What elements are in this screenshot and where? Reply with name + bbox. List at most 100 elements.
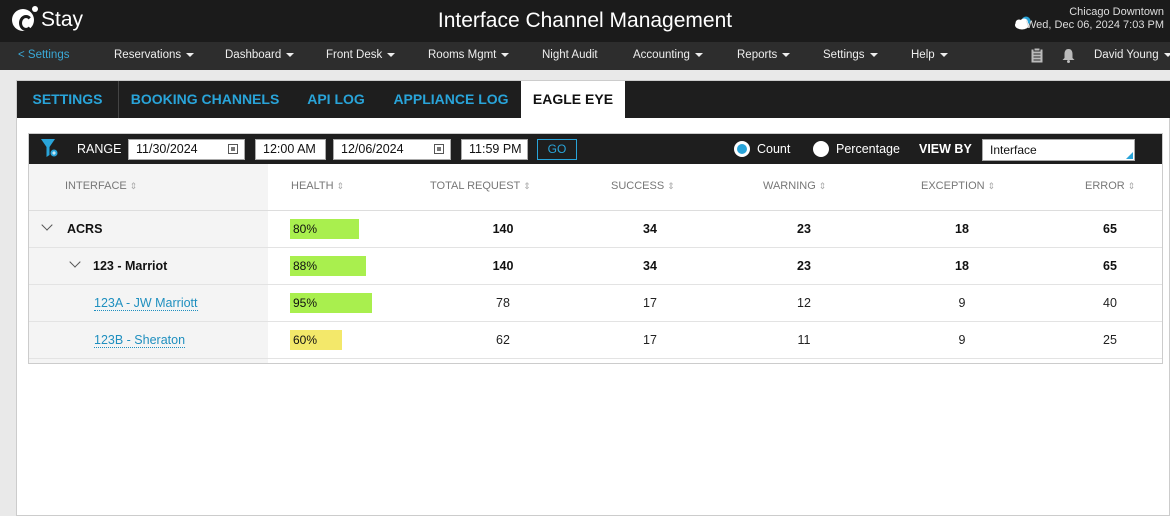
- health-bar: 95%: [290, 293, 372, 313]
- property-datetime: Wed, Dec 06, 2024 7:03 PM: [1026, 19, 1164, 31]
- filter-funnel-icon[interactable]: [40, 138, 58, 161]
- tab-eagle-eye[interactable]: EAGLE EYE: [521, 81, 625, 118]
- view-by-select[interactable]: Interface: [982, 139, 1135, 161]
- nav-dashboard[interactable]: Dashboard: [225, 49, 295, 61]
- chevron-down-icon: [694, 52, 703, 57]
- nav-front-desk[interactable]: Front Desk: [326, 49, 396, 61]
- sort-icon: ⇕: [1127, 181, 1136, 191]
- start-time-field[interactable]: 12:00 AM: [255, 139, 326, 160]
- row-warning: 11: [797, 333, 811, 347]
- back-to-settings-link[interactable]: < Settings: [18, 49, 69, 61]
- row-total-request: 62: [496, 333, 510, 347]
- row-success: 34: [643, 259, 657, 273]
- nav-reports[interactable]: Reports: [737, 49, 791, 61]
- row-error: 65: [1103, 259, 1117, 273]
- row-exception: 18: [955, 259, 969, 273]
- table-header: INTERFACE ⇕ HEALTH ⇕ TOTAL REQUEST ⇕ SUCCES…: [29, 164, 1162, 211]
- header-exception-label: EXCEPTION: [921, 180, 985, 192]
- nav-night-audit[interactable]: Night Audit: [542, 49, 598, 61]
- property-info[interactable]: Chicago Downtown Wed, Dec 06, 2024 7:03 …: [1026, 6, 1164, 32]
- sort-icon: ⇕: [818, 181, 827, 191]
- start-date-value: 11/30/2024: [136, 142, 198, 156]
- view-by-label: VIEW BY: [919, 142, 972, 156]
- row-warning: 12: [797, 296, 811, 310]
- chevron-down-icon: [286, 52, 295, 57]
- count-radio[interactable]: [734, 141, 750, 157]
- header-total-request-label: TOTAL REQUEST: [430, 180, 521, 192]
- start-date-field[interactable]: 11/30/2024: [128, 139, 245, 160]
- header-interface[interactable]: INTERFACE ⇕: [65, 180, 137, 192]
- chevron-down-icon: [869, 52, 878, 57]
- bell-icon[interactable]: [1062, 48, 1075, 66]
- user-menu[interactable]: David Young: [1094, 49, 1170, 61]
- end-date-field[interactable]: 12/06/2024: [333, 139, 451, 160]
- header-error-label: ERROR: [1085, 180, 1125, 192]
- row-exception: 9: [958, 296, 966, 310]
- nav-reports-label: Reports: [737, 49, 778, 61]
- nav-accounting[interactable]: Accounting: [633, 49, 703, 61]
- end-time-field[interactable]: 11:59 PM: [461, 139, 528, 160]
- sort-icon: ⇕: [523, 181, 531, 191]
- chevron-down-icon[interactable]: [41, 219, 53, 231]
- row-interface-link[interactable]: 123A - JW Marriott: [94, 296, 198, 311]
- chevron-down-icon: [939, 52, 948, 57]
- percentage-radio[interactable]: [813, 141, 829, 157]
- sort-icon: ⇕: [336, 181, 345, 191]
- header-exception[interactable]: EXCEPTION ⇕: [921, 180, 995, 192]
- row-exception: 9: [958, 333, 966, 347]
- nav-help[interactable]: Help: [911, 49, 948, 61]
- property-location: Chicago Downtown: [1069, 6, 1164, 18]
- tab-booking-channels[interactable]: BOOKING CHANNELS: [119, 81, 291, 118]
- go-button[interactable]: GO: [537, 139, 577, 160]
- header-health[interactable]: HEALTH ⇕: [291, 180, 344, 192]
- nav-dashboard-label: Dashboard: [225, 49, 282, 61]
- clipboard-icon[interactable]: [1031, 47, 1043, 66]
- main-nav: < Settings Reservations Dashboard Front …: [0, 42, 1170, 70]
- health-bar: 80%: [290, 219, 359, 239]
- chevron-down-icon[interactable]: [69, 256, 81, 268]
- table-row[interactable]: 123B - Sheraton 60% 62 17 11 9 25: [29, 322, 1162, 359]
- table-row[interactable]: ACRS 80% 140 34 23 18 65: [29, 211, 1162, 248]
- count-label: Count: [757, 142, 791, 156]
- end-time-value: 11:59 PM: [469, 142, 522, 156]
- row-success: 17: [643, 296, 657, 310]
- calendar-icon[interactable]: [434, 144, 444, 154]
- header-warning[interactable]: WARNING ⇕: [763, 180, 826, 192]
- nav-rooms-mgmt-label: Rooms Mgmt: [428, 49, 497, 61]
- header-error[interactable]: ERROR ⇕: [1085, 180, 1135, 192]
- row-interface-name: ACRS: [67, 222, 103, 236]
- row-interface-link[interactable]: 123B - Sheraton: [94, 333, 186, 348]
- sort-icon: ⇕: [667, 181, 675, 191]
- table-row[interactable]: 123 - Marriot 88% 140 34 23 18 65: [29, 248, 1162, 285]
- nav-front-desk-label: Front Desk: [326, 49, 383, 61]
- nav-settings-label: Settings: [823, 49, 865, 61]
- tab-settings[interactable]: SETTINGS: [17, 81, 118, 118]
- tab-appliance-log[interactable]: APPLIANCE LOG: [381, 81, 521, 118]
- nav-settings[interactable]: Settings: [823, 49, 878, 61]
- nav-accounting-label: Accounting: [633, 49, 690, 61]
- sort-icon: ⇕: [987, 181, 996, 191]
- percentage-label: Percentage: [836, 142, 900, 156]
- tab-api-log[interactable]: API LOG: [291, 81, 381, 118]
- table-row[interactable]: 123A - JW Marriott 95% 78 17 12 9 40: [29, 285, 1162, 322]
- logo-mark-icon: [12, 6, 38, 31]
- chevron-down-icon: [387, 52, 396, 57]
- nav-rooms-mgmt[interactable]: Rooms Mgmt: [428, 49, 510, 61]
- header-success[interactable]: SUCCESS ⇕: [611, 180, 675, 192]
- header-health-label: HEALTH: [291, 180, 334, 192]
- chevron-down-icon: [186, 52, 195, 57]
- user-name: David Young: [1094, 49, 1159, 61]
- row-total-request: 78: [496, 296, 510, 310]
- app-logo[interactable]: Stay: [12, 6, 84, 32]
- chevron-down-icon: [782, 52, 791, 57]
- logo-text: Stay: [41, 8, 84, 31]
- row-warning: 23: [797, 222, 811, 236]
- nav-reservations[interactable]: Reservations: [114, 49, 195, 61]
- page-title: Interface Channel Management: [437, 9, 733, 32]
- row-error: 25: [1103, 333, 1117, 347]
- nav-reservations-label: Reservations: [114, 49, 182, 61]
- calendar-icon[interactable]: [228, 144, 238, 154]
- row-exception: 18: [955, 222, 969, 236]
- top-bar: Stay Interface Channel Management Chicag…: [0, 0, 1170, 42]
- header-total-request[interactable]: TOTAL REQUEST ⇕: [430, 180, 531, 192]
